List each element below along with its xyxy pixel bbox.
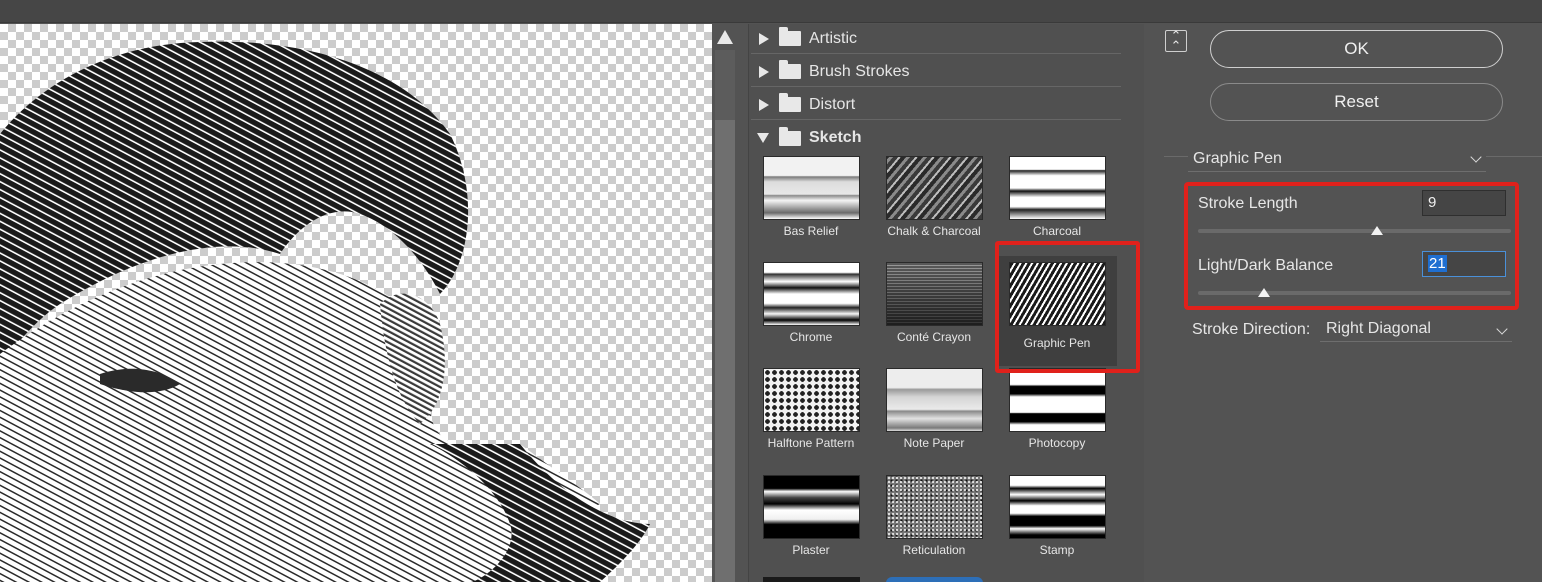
thumbnail-image	[763, 262, 860, 326]
filter-thumb-partial[interactable]	[886, 577, 983, 582]
category-artistic[interactable]: Artistic	[751, 24, 1121, 54]
filter-thumb-photocopy[interactable]: Photocopy	[997, 362, 1117, 472]
selected-text: 21	[1428, 255, 1447, 272]
thumbnail-image	[886, 368, 983, 432]
thumbnail-image	[886, 475, 983, 539]
filter-thumb-reticulation[interactable]: Reticulation	[874, 469, 994, 579]
stroke-length-slider-track[interactable]	[1198, 229, 1511, 233]
folder-icon	[779, 60, 801, 79]
filter-thumb-stamp[interactable]: Stamp	[997, 469, 1117, 579]
filter-thumb-plaster[interactable]: Plaster	[751, 469, 871, 579]
filter-settings-panel: ⌃ ⌃ OK Reset Graphic Pen Stroke Length 9 …	[1160, 24, 1542, 582]
filter-select-value: Graphic Pen	[1193, 149, 1282, 167]
thumbnail-image	[886, 156, 983, 220]
filter-select-dropdown[interactable]: Graphic Pen	[1188, 146, 1486, 172]
reset-button[interactable]: Reset	[1210, 83, 1503, 121]
stroke-length-input[interactable]: 9	[1422, 190, 1506, 216]
stroke-length-slider-handle[interactable]	[1370, 226, 1383, 235]
thumbnail-image	[1009, 475, 1106, 539]
category-label: Distort	[809, 95, 856, 113]
highlight-annotation	[995, 241, 1140, 373]
category-label: Brush Strokes	[809, 62, 910, 80]
thumbnail-label: Conté Crayon	[896, 330, 972, 344]
thumbnail-label: Charcoal	[1032, 224, 1082, 238]
filter-thumb-chalk-charcoal[interactable]: Chalk & Charcoal	[874, 150, 994, 260]
title-bar	[0, 0, 1542, 23]
thumbnail-label: Chrome	[789, 330, 833, 344]
thumbnail-label: Plaster	[792, 543, 830, 557]
light-dark-balance-slider-handle[interactable]	[1257, 288, 1270, 297]
thumbnail-image	[763, 156, 860, 220]
filter-gallery: Artistic Brush Strokes Distort Sketch Ba…	[748, 24, 1144, 582]
thumbnail-label: Reticulation	[902, 543, 966, 557]
chevron-down-icon	[1496, 323, 1508, 335]
thumbnail-label: Stamp	[1039, 543, 1075, 557]
collapse-panel-icon[interactable]: ⌃ ⌃	[1165, 29, 1187, 52]
expand-arrow-icon	[759, 32, 769, 45]
thumbnail-image	[886, 262, 983, 326]
stroke-direction-value: Right Diagonal	[1326, 320, 1431, 337]
ok-button[interactable]: OK	[1210, 30, 1503, 68]
category-brush-strokes[interactable]: Brush Strokes	[751, 57, 1121, 87]
category-label: Artistic	[809, 29, 857, 47]
thumbnail-image	[763, 368, 860, 432]
scroll-up-arrow-icon[interactable]	[717, 30, 733, 44]
thumbnail-image	[1009, 156, 1106, 220]
filter-thumb-conte-crayon[interactable]: Conté Crayon	[874, 256, 994, 366]
folder-icon	[779, 27, 801, 46]
gallery-scrollbar[interactable]	[712, 24, 738, 582]
stroke-direction-label: Stroke Direction:	[1192, 321, 1311, 338]
thumbnail-label: Bas Relief	[783, 224, 839, 238]
thumbnail-image	[1009, 368, 1106, 432]
stroke-direction-dropdown[interactable]: Right Diagonal	[1320, 318, 1512, 342]
category-distort[interactable]: Distort	[751, 90, 1121, 120]
preview-image	[0, 41, 650, 582]
stroke-length-label: Stroke Length	[1198, 195, 1298, 212]
expand-arrow-icon	[759, 98, 769, 111]
expand-arrow-icon	[759, 65, 769, 78]
folder-icon	[779, 93, 801, 112]
chevron-down-icon	[1470, 151, 1482, 163]
category-label: Sketch	[809, 129, 862, 146]
filter-preview-canvas[interactable]	[0, 24, 712, 582]
filter-thumb-chrome[interactable]: Chrome	[751, 256, 871, 366]
folder-open-icon	[779, 126, 801, 146]
filter-thumb-note-paper[interactable]: Note Paper	[874, 362, 994, 472]
collapse-arrow-icon	[757, 133, 769, 143]
filter-thumb-partial[interactable]	[763, 577, 860, 582]
thumbnail-label: Photocopy	[1028, 436, 1086, 450]
light-dark-balance-input[interactable]: 21	[1422, 251, 1506, 277]
scroll-thumb[interactable]	[715, 120, 735, 582]
thumbnail-image	[763, 475, 860, 539]
thumbnail-label: Chalk & Charcoal	[887, 224, 981, 238]
filter-thumb-bas-relief[interactable]: Bas Relief	[751, 150, 871, 260]
thumbnail-label: Note Paper	[903, 436, 965, 450]
category-sketch[interactable]: Sketch	[751, 123, 1121, 153]
light-dark-balance-slider-track[interactable]	[1198, 291, 1511, 295]
light-dark-balance-label: Light/Dark Balance	[1198, 257, 1334, 274]
filter-thumb-halftone-pattern[interactable]: Halftone Pattern	[751, 362, 871, 472]
thumbnail-label: Halftone Pattern	[767, 436, 855, 450]
